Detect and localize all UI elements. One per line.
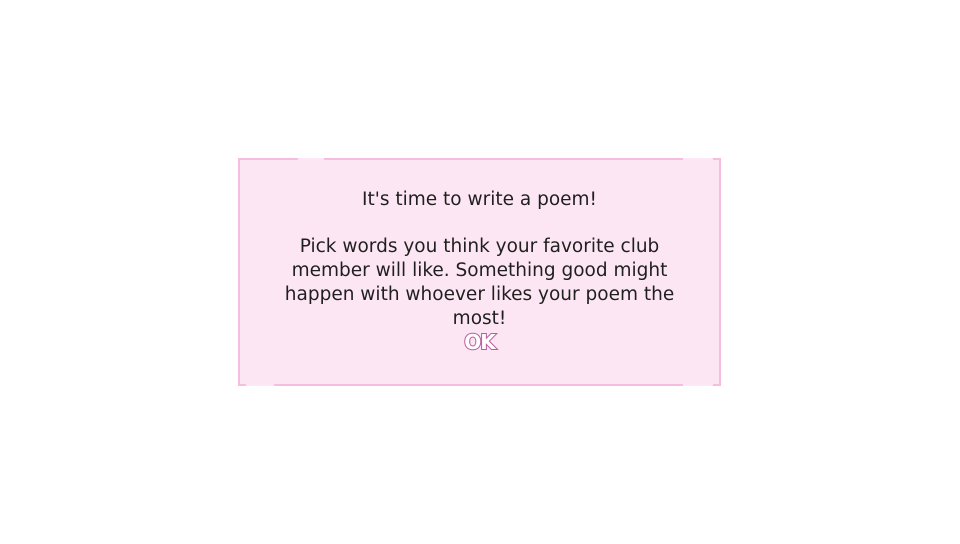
- poem-intro-dialog: It's time to write a poem! Pick words yo…: [238, 158, 721, 386]
- dialog-frame-accent: [246, 384, 274, 386]
- dialog-message: It's time to write a poem! Pick words yo…: [240, 188, 719, 331]
- dialog-title: It's time to write a poem!: [362, 189, 597, 210]
- ok-button[interactable]: OK: [462, 329, 497, 355]
- game-screen: It's time to write a poem! Pick words yo…: [0, 0, 960, 544]
- dialog-frame-accent: [683, 384, 713, 386]
- dialog-body: Pick words you think your favorite club …: [284, 236, 675, 329]
